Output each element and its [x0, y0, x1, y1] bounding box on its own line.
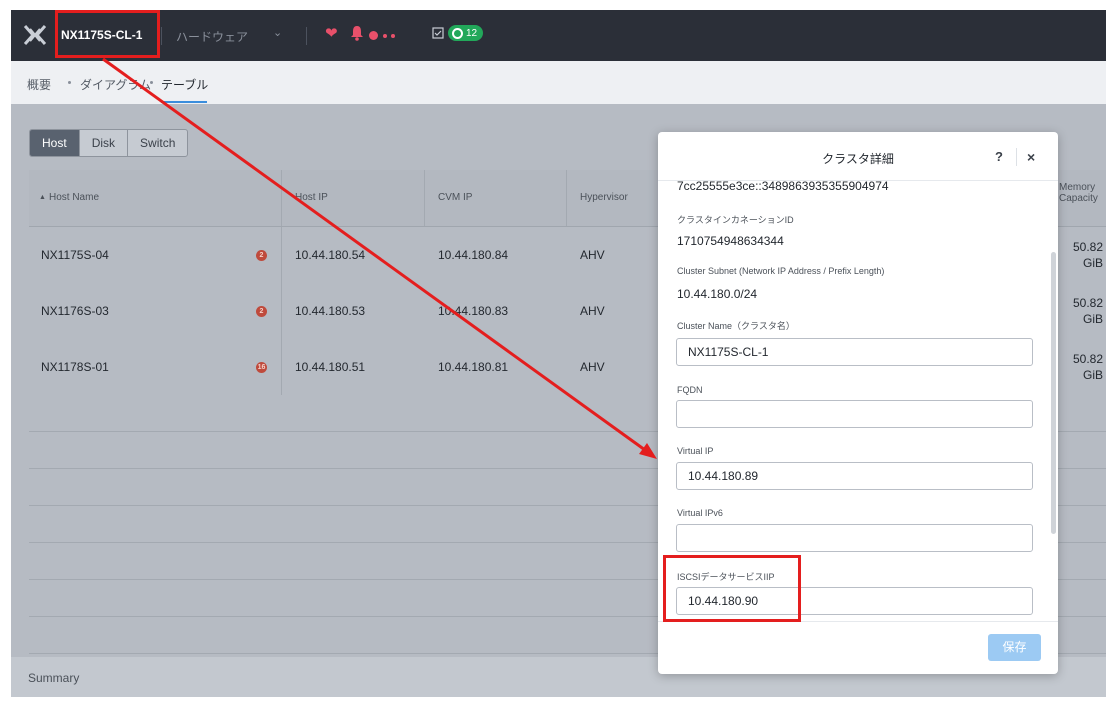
active-tab-underline: [161, 101, 207, 103]
virtual-ip-input[interactable]: 10.44.180.89: [676, 462, 1033, 490]
host-name[interactable]: NX1175S-04: [41, 248, 109, 262]
dialog-scrollbar[interactable]: [1051, 252, 1056, 534]
column-divider: [281, 170, 282, 226]
column-memory-line1: Memory: [1059, 182, 1096, 193]
cluster-name-label: Cluster Name（クラスタ名）: [677, 321, 795, 331]
divider: [1016, 148, 1017, 166]
column-divider: [566, 170, 567, 226]
memory-value: 50.82: [1072, 296, 1103, 310]
tab-disk[interactable]: Disk: [78, 130, 127, 156]
chevron-down-icon[interactable]: ⌄: [273, 26, 282, 39]
column-memory[interactable]: Memory Capacity: [1059, 182, 1106, 204]
top-bar: NX1175S-CL-1 ハードウェア ⌄ ❤ 12: [11, 10, 1106, 61]
task-count: 12: [466, 27, 478, 39]
fqdn-label: FQDN: [677, 385, 703, 395]
virtual-ipv6-label: Virtual IPv6: [677, 508, 723, 518]
highlight-box-iscsi-ip: [663, 555, 801, 622]
alert-count-badge[interactable]: 16: [256, 362, 267, 373]
cluster-subnet-label: Cluster Subnet (Network IP Address / Pre…: [677, 266, 885, 276]
memory-unit: GiB: [1082, 312, 1103, 326]
host-ip: 10.44.180.53: [295, 304, 366, 318]
health-heart-icon[interactable]: ❤: [325, 24, 338, 42]
memory-unit: GiB: [1082, 368, 1103, 382]
warning-dot[interactable]: [383, 34, 387, 38]
subnav-overview[interactable]: 概要: [27, 76, 51, 93]
highlight-box-cluster-name: [55, 10, 160, 58]
hypervisor: AHV: [580, 304, 605, 318]
column-memory-line2: Capacity: [1059, 193, 1098, 204]
nutanix-logo-icon[interactable]: [24, 25, 46, 45]
cvm-ip: 10.44.180.84: [438, 248, 509, 262]
column-host-name[interactable]: Host Name: [49, 192, 99, 203]
host-name[interactable]: NX1178S-01: [41, 360, 109, 374]
cluster-name-input[interactable]: NX1175S-CL-1: [676, 338, 1033, 366]
alert-bell-icon[interactable]: [350, 25, 364, 41]
memory-capacity: 50.82 GiB: [1069, 351, 1103, 383]
column-divider: [281, 227, 282, 283]
save-button[interactable]: 保存: [988, 634, 1041, 661]
tab-switch[interactable]: Switch: [127, 130, 187, 156]
subnav-separator: [68, 81, 71, 84]
hypervisor: AHV: [580, 248, 605, 262]
alert-count-badge[interactable]: 2: [256, 250, 267, 261]
memory-capacity: 50.82 GiB: [1069, 239, 1103, 271]
sort-asc-icon[interactable]: ▲: [39, 194, 46, 201]
divider: [306, 27, 307, 45]
memory-value: 50.82: [1072, 240, 1103, 254]
memory-capacity: 50.82 GiB: [1069, 295, 1103, 327]
close-icon[interactable]: ×: [1027, 149, 1035, 165]
cluster-uuid: 7cc25555e3ce::3489863935355904974: [677, 181, 889, 193]
column-host-ip[interactable]: Host IP: [295, 192, 328, 203]
incarnation-id-value: 1710754948634344: [677, 234, 784, 248]
column-cvm-ip[interactable]: CVM IP: [438, 192, 472, 203]
view-subnav: 概要 ダイアグラム テーブル: [11, 61, 1106, 104]
host-name[interactable]: NX1176S-03: [41, 304, 109, 318]
column-divider: [424, 170, 425, 226]
memory-value: 50.82: [1072, 352, 1103, 366]
cluster-subnet-value: 10.44.180.0/24: [677, 287, 758, 301]
info-dot[interactable]: [391, 34, 395, 38]
task-count-badge[interactable]: 12: [448, 25, 484, 41]
virtual-ip-label: Virtual IP: [677, 446, 714, 456]
critical-alert-dot[interactable]: [369, 31, 378, 40]
hardware-menu[interactable]: ハードウェア: [176, 28, 248, 45]
memory-unit: GiB: [1082, 256, 1103, 270]
entity-tabs: Host Disk Switch: [29, 129, 189, 157]
host-ip: 10.44.180.54: [295, 248, 366, 262]
fqdn-input[interactable]: [676, 400, 1033, 428]
virtual-ipv6-input[interactable]: [676, 524, 1033, 552]
column-hypervisor[interactable]: Hypervisor: [580, 192, 628, 203]
cvm-ip: 10.44.180.81: [438, 360, 509, 374]
tab-host[interactable]: Host: [30, 130, 79, 156]
task-status-icon: [452, 27, 463, 39]
task-checklist-icon[interactable]: [432, 27, 444, 39]
column-divider: [281, 283, 282, 339]
divider: [161, 27, 162, 45]
app-window: NX1175S-CL-1 ハードウェア ⌄ ❤ 12 概要 ダイアグラム テーブ…: [11, 10, 1106, 697]
hypervisor: AHV: [580, 360, 605, 374]
alert-count-badge[interactable]: 2: [256, 306, 267, 317]
summary-label: Summary: [28, 671, 80, 685]
column-divider: [281, 339, 282, 395]
subnav-table[interactable]: テーブル: [161, 76, 208, 93]
help-icon[interactable]: ?: [995, 149, 1003, 164]
subnav-diagram[interactable]: ダイアグラム: [80, 76, 151, 93]
subnav-separator: [150, 81, 153, 84]
incarnation-id-label: クラスタインカネーションID: [677, 215, 794, 225]
cvm-ip: 10.44.180.83: [438, 304, 509, 318]
host-ip: 10.44.180.51: [295, 360, 366, 374]
